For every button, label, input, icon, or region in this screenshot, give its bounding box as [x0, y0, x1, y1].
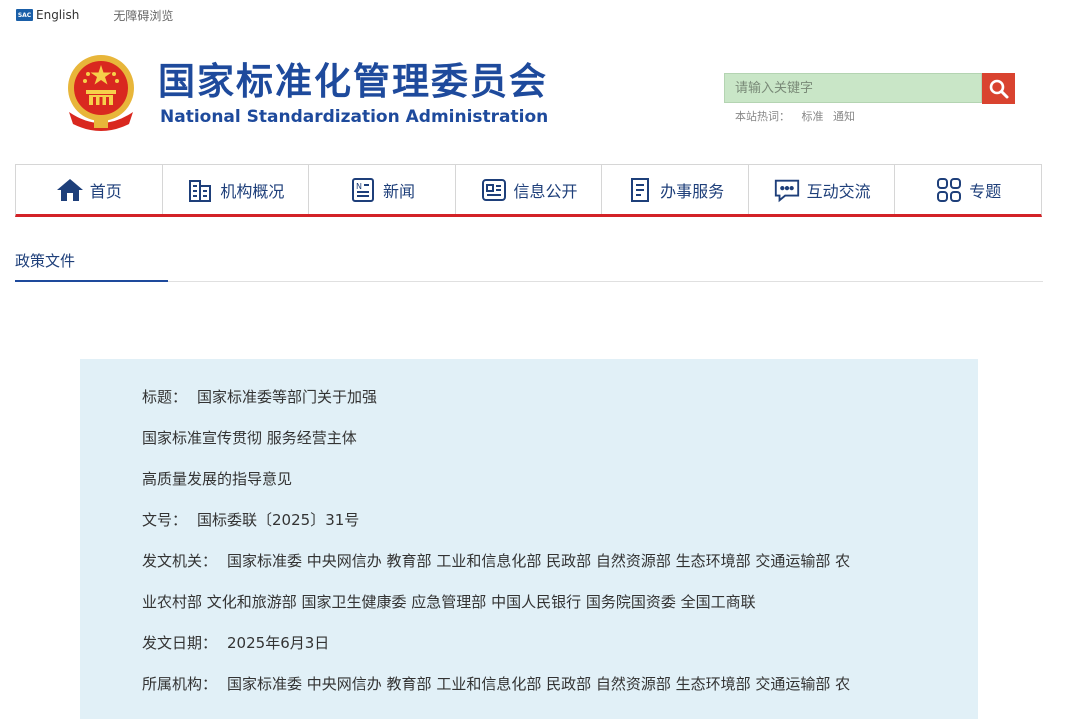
english-label: English — [36, 8, 80, 22]
section-divider — [15, 281, 1043, 282]
doc-date-row: 发文日期： 2025年6月3日 — [142, 632, 329, 653]
doc-issuer-value: 国家标准委 中央网信办 教育部 工业和信息化部 民政部 自然资源部 生态环境部 … — [227, 552, 851, 570]
doc-date-value: 2025年6月3日 — [227, 634, 330, 652]
doc-issuer-label: 发文机关： — [142, 552, 218, 570]
search-icon — [989, 79, 1008, 98]
globe-icon: SAC — [16, 9, 33, 21]
hot-words-label: 本站热词： — [735, 110, 790, 123]
nav-item-services[interactable]: 办事服务 — [602, 165, 749, 214]
accessibility-link[interactable]: 无障碍浏览 — [113, 7, 173, 24]
nav-label: 信息公开 — [513, 181, 578, 201]
home-icon — [56, 176, 84, 204]
nav-label: 专题 — [969, 181, 1002, 201]
doc-title-line: 国家标准宣传贯彻 服务经营主体 — [142, 429, 357, 447]
doc-number-row: 文号： 国标委联〔2025〕31号 — [142, 509, 359, 530]
hot-word-link[interactable]: 通知 — [833, 110, 855, 123]
top-bar: SAC English 无障碍浏览 — [16, 7, 173, 23]
site-title[interactable]: 国家标准化管理委员会 — [158, 60, 548, 104]
doc-org-label: 所属机构： — [142, 675, 218, 693]
doc-title-label: 标题： — [142, 388, 188, 406]
doc-date-label: 发文日期： — [142, 634, 218, 652]
news-icon: N — [349, 176, 377, 204]
nav-item-interaction[interactable]: 互动交流 — [749, 165, 896, 214]
search-input[interactable] — [725, 74, 981, 102]
grid-icon — [935, 176, 963, 204]
english-link[interactable]: SAC English — [16, 8, 79, 22]
nav-item-news[interactable]: N 新闻 — [309, 165, 456, 214]
doc-title-line: 国家标准委等部门关于加强 — [197, 388, 378, 406]
doc-title-row: 标题： 国家标准委等部门关于加强 — [142, 386, 377, 407]
tab-policy-documents[interactable]: 政策文件 — [15, 250, 75, 271]
svg-text:N: N — [356, 182, 362, 191]
active-tab-underline — [15, 280, 168, 282]
search-box — [724, 73, 982, 103]
hot-word-link[interactable]: 标准 — [802, 110, 824, 123]
search-button[interactable] — [982, 73, 1015, 104]
nav-label: 互动交流 — [806, 181, 871, 201]
nav-item-home[interactable]: 首页 — [16, 165, 163, 214]
nav-item-info[interactable]: 信息公开 — [456, 165, 603, 214]
doc-number-label: 文号： — [142, 511, 188, 529]
nav-label: 首页 — [89, 181, 122, 201]
building-icon — [186, 176, 214, 204]
nav-label: 机构概况 — [220, 181, 285, 201]
main-nav: 首页 机构概况 N 新闻 信息公开 办事服务 互动交流 专题 — [15, 164, 1042, 217]
site-title-english[interactable]: National Standardization Administration — [160, 106, 548, 128]
doc-title-line: 高质量发展的指导意见 — [142, 470, 293, 488]
doc-number-value: 国标委联〔2025〕31号 — [197, 511, 360, 529]
doc-org-row: 所属机构： 国家标准委 中央网信办 教育部 工业和信息化部 民政部 自然资源部 生… — [142, 673, 850, 694]
nav-item-about[interactable]: 机构概况 — [163, 165, 310, 214]
doc-org-value: 国家标准委 中央网信办 教育部 工业和信息化部 民政部 自然资源部 生态环境部 … — [227, 675, 851, 693]
doc-issuer-value: 业农村部 文化和旅游部 国家卫生健康委 应急管理部 中国人民银行 国务院国资委 … — [142, 593, 756, 611]
nav-item-topics[interactable]: 专题 — [895, 165, 1041, 214]
info-icon — [480, 176, 508, 204]
hot-words: 本站热词： 标准 通知 — [735, 108, 861, 124]
document-meta-panel — [80, 359, 978, 719]
form-icon — [626, 176, 654, 204]
doc-issuer-row: 发文机关： 国家标准委 中央网信办 教育部 工业和信息化部 民政部 自然资源部 生… — [142, 550, 850, 571]
nav-label: 办事服务 — [660, 181, 725, 201]
chat-icon — [773, 176, 801, 204]
national-emblem-icon[interactable] — [63, 52, 139, 132]
nav-label: 新闻 — [382, 181, 415, 201]
